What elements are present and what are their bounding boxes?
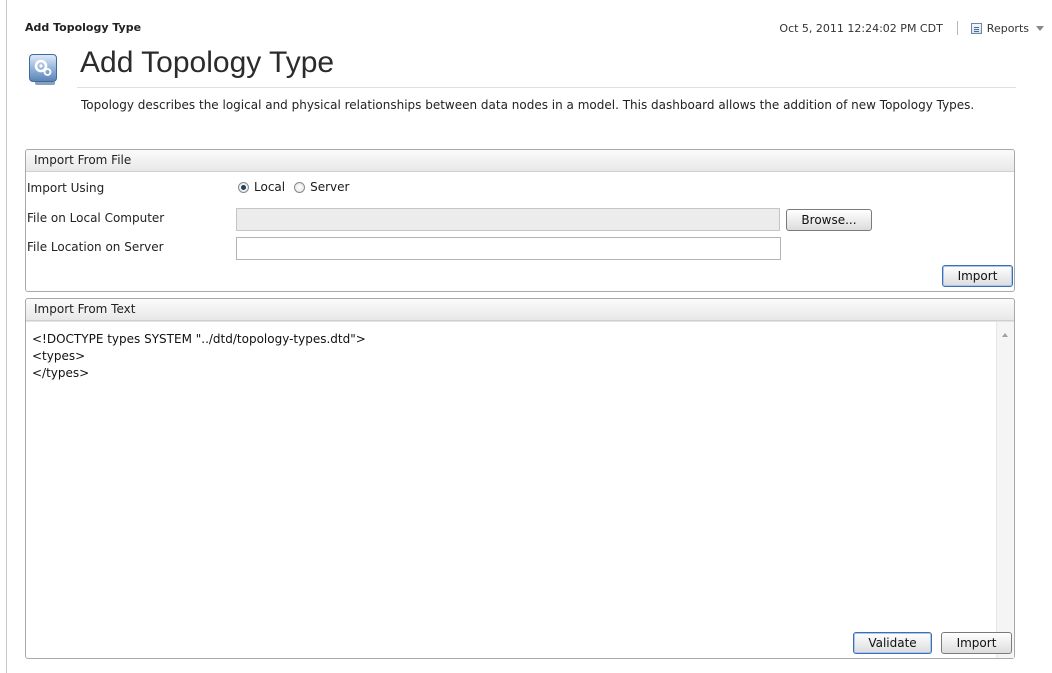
report-icon: [970, 22, 982, 34]
panel-header: Import From File: [26, 150, 1014, 172]
local-radio-label[interactable]: Local: [254, 180, 285, 194]
reports-menu[interactable]: Reports: [970, 21, 1044, 35]
timestamp: Oct 5, 2011 12:24:02 PM CDT: [779, 21, 943, 35]
title-divider: [77, 87, 1016, 88]
server-location-label: File Location on Server: [27, 240, 164, 254]
page-description: Topology describes the logical and physi…: [81, 98, 975, 112]
xml-text-content[interactable]: <!DOCTYPE types SYSTEM "../dtd/topology-…: [32, 331, 366, 382]
server-radio[interactable]: [294, 181, 306, 193]
import-from-file-panel: Import From File Import Using Local Serv…: [25, 149, 1015, 292]
import-using-options: Local Server: [238, 180, 358, 194]
breadcrumb: Add Topology Type: [25, 21, 142, 34]
import-from-text-panel: Import From Text <!DOCTYPE types SYSTEM …: [25, 298, 1015, 659]
xml-text-editor[interactable]: <!DOCTYPE types SYSTEM "../dtd/topology-…: [26, 321, 1014, 658]
editor-scrollbar[interactable]: [996, 322, 1014, 658]
server-location-field[interactable]: [236, 237, 781, 260]
chevron-down-icon[interactable]: [1036, 25, 1044, 31]
local-file-label: File on Local Computer: [27, 211, 165, 225]
server-radio-label[interactable]: Server: [310, 180, 349, 194]
page-title: Add Topology Type: [80, 46, 335, 79]
import-text-button[interactable]: Import: [941, 632, 1012, 654]
import-using-label: Import Using: [27, 181, 105, 195]
header-tools: Oct 5, 2011 12:24:02 PM CDT Reports: [779, 21, 1044, 35]
panel-header: Import From Text: [26, 299, 1014, 321]
local-radio[interactable]: [238, 181, 249, 193]
browse-button[interactable]: Browse...: [786, 209, 872, 231]
local-file-field[interactable]: [236, 208, 780, 231]
header-separator: [956, 21, 958, 35]
scroll-up-icon[interactable]: [1002, 333, 1008, 337]
reports-label: Reports: [986, 21, 1029, 35]
import-file-button[interactable]: Import: [942, 265, 1013, 287]
gears-icon: [29, 54, 57, 85]
validate-button[interactable]: Validate: [853, 632, 932, 654]
left-frame-border: [6, 0, 7, 673]
